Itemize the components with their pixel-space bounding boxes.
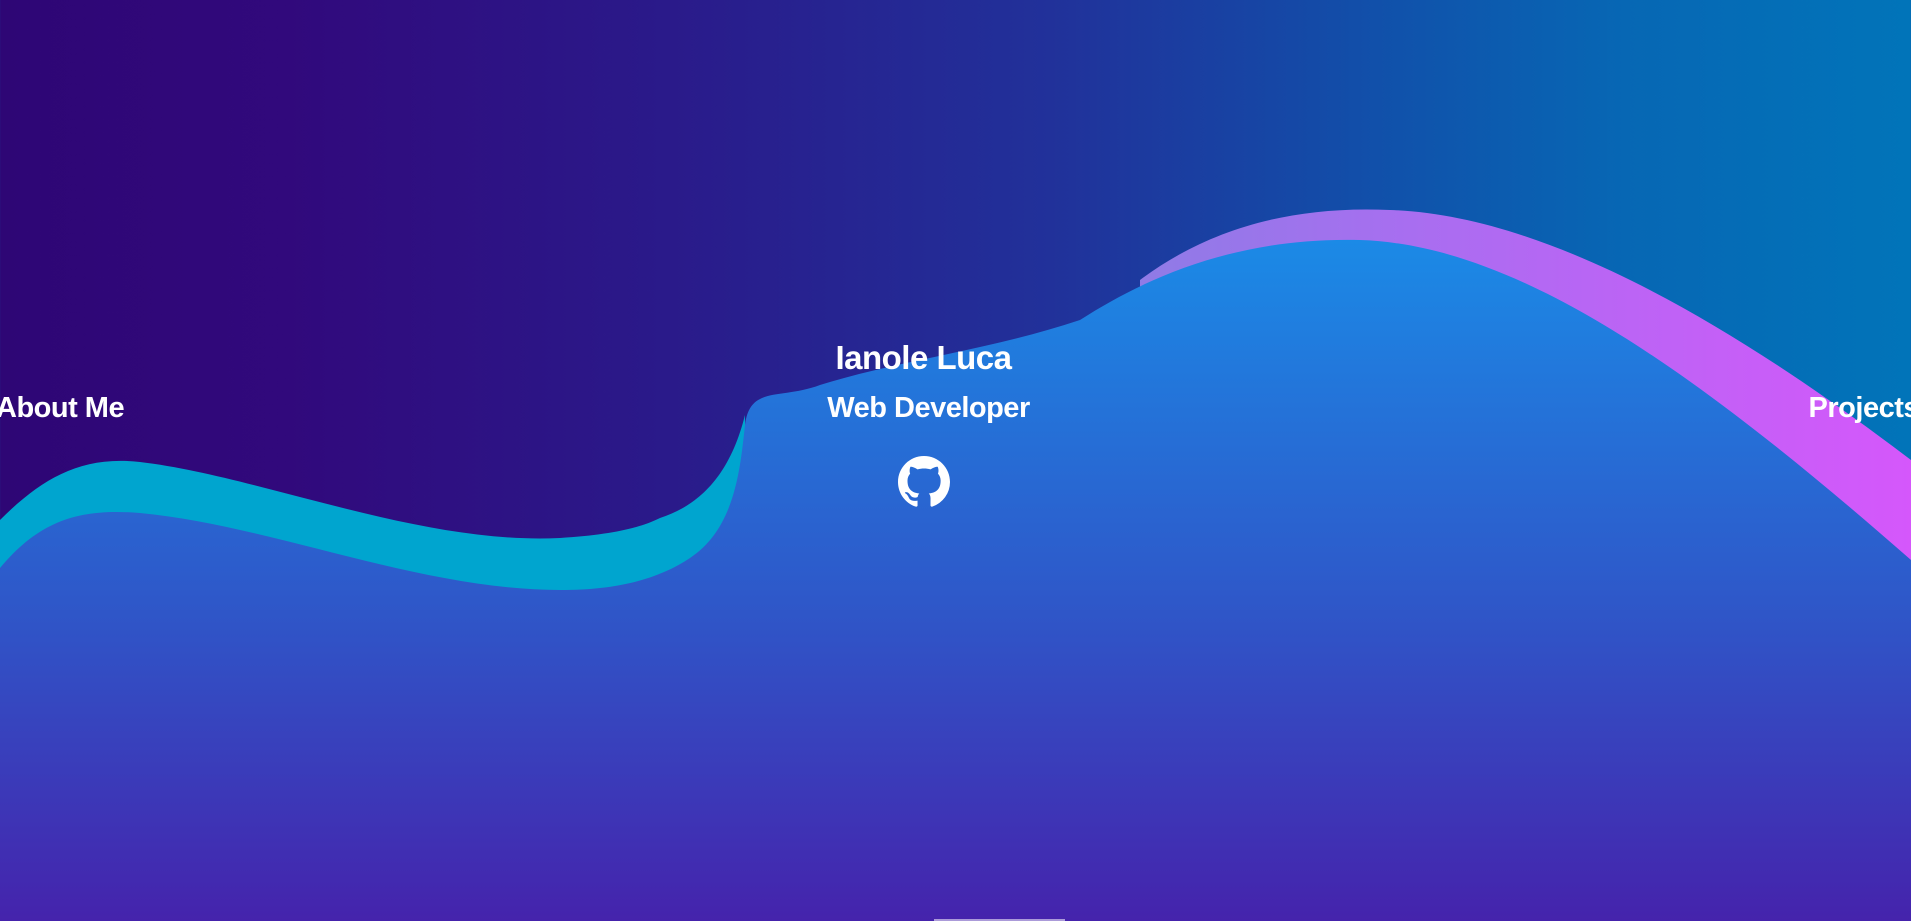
hero-name: Ianole Luca — [835, 339, 1012, 376]
github-link[interactable] — [898, 456, 950, 508]
wave-background — [0, 209, 1911, 921]
hero-role: Web Developer — [827, 392, 1030, 424]
github-icon — [898, 456, 950, 507]
